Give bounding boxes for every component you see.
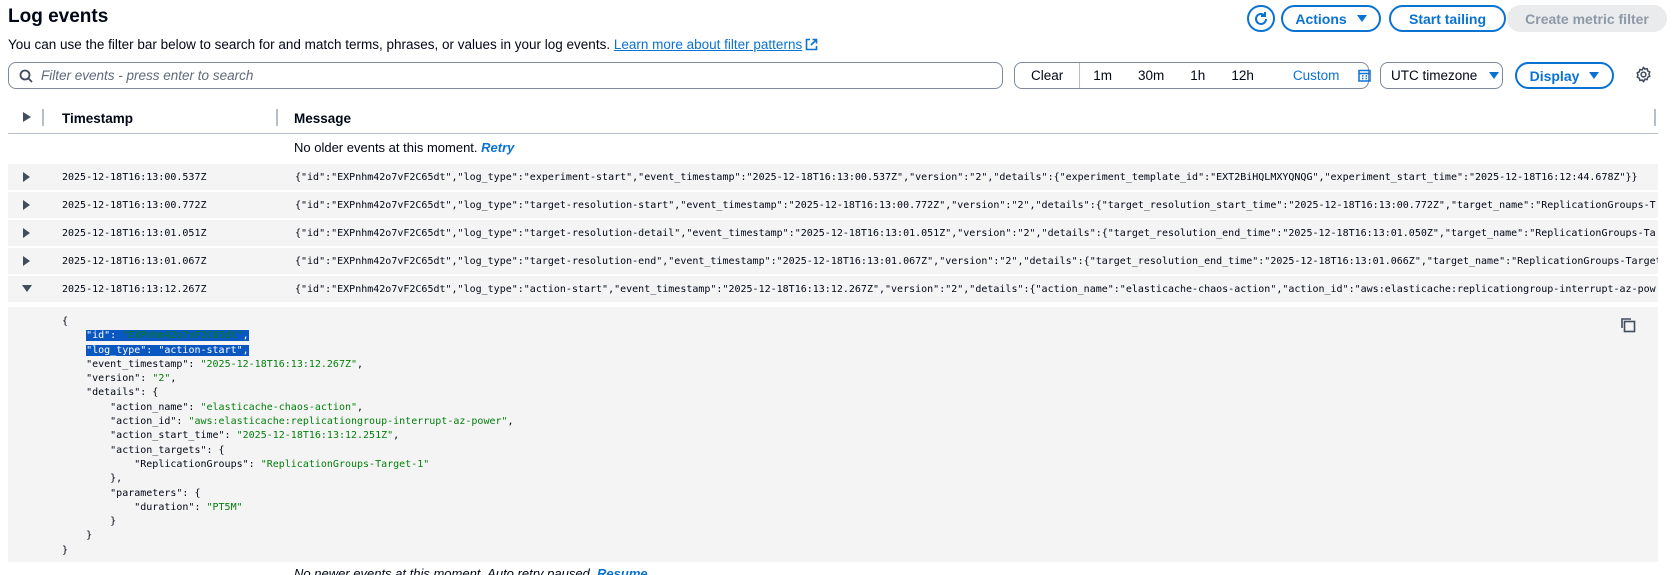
row-timestamp: 2025-12-18T16:13:12.267Z — [62, 284, 207, 295]
retry-link[interactable]: Retry — [481, 140, 514, 155]
display-label: Display — [1529, 67, 1580, 84]
json-action-id: "aws:elasticache:replicationgroup-interr… — [188, 416, 508, 428]
auto-retry-text: Auto retry paused. — [487, 566, 594, 575]
range-option-custom[interactable]: Custom — [1267, 68, 1378, 83]
row-timestamp: 2025-12-18T16:13:00.537Z — [62, 172, 207, 183]
clear-range-button[interactable]: Clear — [1015, 63, 1081, 88]
learn-more-link[interactable]: Learn more about filter patterns — [614, 37, 802, 52]
no-newer-text: No newer events at this moment. — [294, 566, 485, 575]
row-message: {"id":"EXPnhm42o7vF2C65dt","log_type":"t… — [295, 256, 1658, 267]
page-title: Log events — [8, 6, 109, 27]
caret-down-icon — [1356, 15, 1367, 22]
no-newer-events-status: No newer events at this moment. Auto ret… — [294, 566, 648, 575]
expand-row-icon[interactable] — [22, 256, 31, 266]
caret-down-icon — [1589, 72, 1600, 79]
page-subtitle: You can use the filter bar below to sear… — [8, 37, 818, 52]
expand-row-icon[interactable] — [22, 172, 31, 182]
expanded-json-panel: { "id": "EXPnhm42o7vF2C65dt", "log_type"… — [8, 307, 1658, 562]
expand-all-icon[interactable] — [22, 111, 32, 123]
table-row[interactable]: 2025-12-18T16:13:01.067Z {"id":"EXPnhm42… — [8, 248, 1658, 274]
create-metric-filter-button: Create metric filter — [1507, 5, 1667, 32]
timezone-select[interactable]: UTC timezone — [1380, 62, 1503, 89]
column-header-timestamp[interactable]: Timestamp — [62, 111, 133, 126]
table-row-expanded[interactable]: 2025-12-18T16:13:12.267Z {"id":"EXPnhm42… — [8, 276, 1658, 302]
row-message: {"id":"EXPnhm42o7vF2C65dt","log_type":"t… — [295, 200, 1656, 211]
row-timestamp: 2025-12-18T16:13:00.772Z — [62, 200, 207, 211]
table-header: Timestamp Message — [8, 104, 1658, 134]
json-duration: "PT5M" — [206, 501, 243, 513]
expand-row-icon[interactable] — [22, 228, 31, 238]
json-event-timestamp: "2025-12-18T16:13:12.267Z" — [200, 358, 358, 370]
search-icon — [19, 69, 33, 83]
column-separator — [42, 109, 44, 126]
column-header-message[interactable]: Message — [294, 111, 351, 126]
row-timestamp: 2025-12-18T16:13:01.067Z — [62, 256, 207, 267]
subtitle-text: You can use the filter bar below to sear… — [8, 37, 611, 52]
caret-down-icon — [1489, 72, 1500, 79]
json-action-name: "elasticache-chaos-action" — [200, 401, 358, 413]
table-row[interactable]: 2025-12-18T16:13:00.772Z {"id":"EXPnhm42… — [8, 192, 1658, 218]
refresh-button[interactable] — [1247, 5, 1275, 32]
actions-button[interactable]: Actions — [1281, 5, 1381, 32]
copy-icon[interactable] — [1620, 317, 1636, 333]
json-version: "2" — [152, 373, 171, 385]
display-button[interactable]: Display — [1515, 62, 1614, 89]
json-replication-groups: "ReplicationGroups-Target-1" — [260, 458, 430, 470]
range-option-12h[interactable]: 12h — [1218, 68, 1267, 83]
time-range-selector: Clear 1m 30m 1h 12h Custom — [1014, 62, 1372, 89]
range-option-1h[interactable]: 1h — [1177, 68, 1218, 83]
column-separator[interactable] — [1654, 109, 1656, 126]
row-message: {"id":"EXPnhm42o7vF2C65dt","log_type":"t… — [295, 228, 1656, 239]
json-viewer[interactable]: { "id": "EXPnhm42o7vF2C65dt", "log_type"… — [62, 315, 514, 558]
row-message: {"id":"EXPnhm42o7vF2C65dt","log_type":"e… — [295, 172, 1638, 183]
custom-label: Custom — [1292, 68, 1340, 83]
row-message: {"id":"EXPnhm42o7vF2C65dt","log_type":"a… — [295, 284, 1656, 295]
table-row[interactable]: 2025-12-18T16:13:01.051Z {"id":"EXPnhm42… — [8, 220, 1658, 246]
no-older-text: No older events at this moment. — [294, 140, 478, 155]
settings-gear-icon[interactable] — [1635, 66, 1652, 83]
no-older-events-status: No older events at this moment. Retry — [294, 140, 514, 155]
timezone-label: UTC timezone — [1391, 68, 1478, 83]
range-option-1m[interactable]: 1m — [1080, 68, 1125, 83]
refresh-icon — [1255, 11, 1267, 25]
calendar-icon — [1358, 69, 1372, 82]
filter-input[interactable] — [41, 68, 941, 83]
json-id: "EXPnhm42o7vF2C65dt" — [122, 330, 243, 342]
row-timestamp: 2025-12-18T16:13:01.051Z — [62, 228, 207, 239]
expand-row-icon[interactable] — [22, 200, 31, 210]
actions-label: Actions — [1295, 10, 1347, 27]
table-row[interactable]: 2025-12-18T16:13:00.537Z {"id":"EXPnhm42… — [8, 164, 1658, 190]
start-tailing-button[interactable]: Start tailing — [1389, 5, 1506, 32]
resume-link[interactable]: Resume — [597, 566, 648, 575]
external-link-icon — [805, 38, 818, 51]
json-log-type: "action-start" — [158, 344, 243, 356]
filter-search-box[interactable] — [8, 62, 1003, 89]
collapse-row-icon[interactable] — [22, 284, 32, 293]
column-separator[interactable] — [276, 109, 278, 126]
range-option-30m[interactable]: 30m — [1125, 68, 1177, 83]
json-action-start-time: "2025-12-18T16:13:12.251Z" — [236, 430, 394, 442]
